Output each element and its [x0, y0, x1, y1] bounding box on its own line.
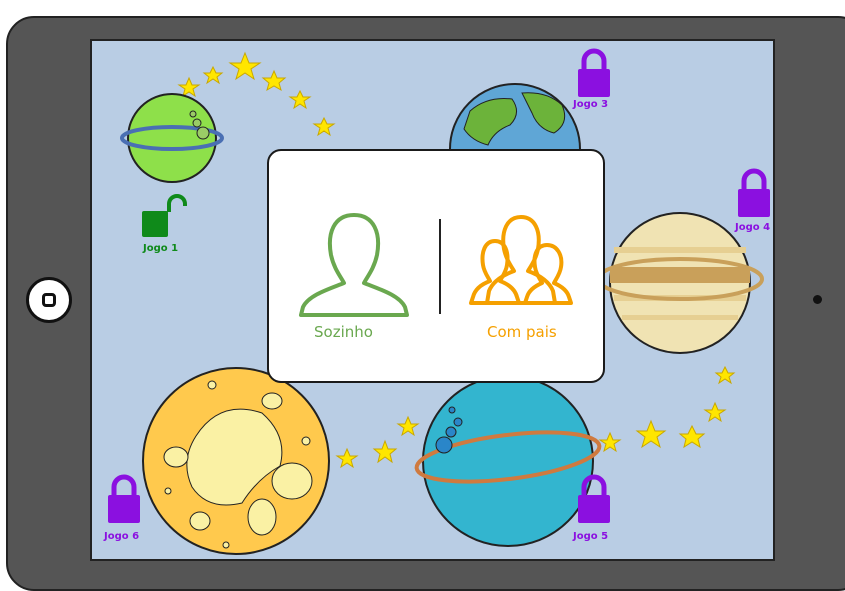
star: [678, 424, 706, 449]
star: [598, 431, 622, 453]
star: [177, 76, 201, 98]
padlock-locked-icon[interactable]: [578, 474, 610, 523]
dialog-divider: [439, 219, 441, 314]
level-label-jogo-4: Jogo 4: [735, 222, 771, 233]
padlock-locked-icon[interactable]: [738, 168, 770, 217]
planet-cratered[interactable]: [142, 367, 330, 555]
level-label-jogo-6: Jogo 6: [104, 531, 140, 542]
star: [714, 365, 736, 385]
level-label-jogo-1: Jogo 1: [143, 243, 179, 254]
solo-option[interactable]: Sozinho: [279, 211, 429, 361]
star: [228, 51, 262, 81]
level-label-jogo-3: Jogo 3: [573, 99, 609, 110]
star: [703, 401, 727, 423]
planet-green[interactable]: [120, 93, 224, 183]
planet-saturn[interactable]: [596, 212, 764, 354]
parents-label: Com pais: [487, 323, 557, 341]
star: [396, 415, 420, 437]
padlock-locked-icon[interactable]: [108, 474, 140, 523]
parents-option[interactable]: Com pais: [454, 211, 594, 361]
star: [261, 69, 287, 92]
solo-label: Sozinho: [314, 323, 373, 341]
single-person-icon: [299, 213, 409, 317]
padlock-unlocked-icon[interactable]: [142, 194, 187, 237]
planet-blue[interactable]: [414, 375, 602, 547]
star: [635, 419, 667, 449]
group-people-icon: [469, 215, 573, 305]
star: [202, 65, 224, 85]
play-mode-dialog: Sozinho Com pais: [267, 149, 605, 383]
game-screen: Jogo 1 Jogo 3 Jogo 4 Jogo 5 Jogo 6 Sozin…: [90, 39, 775, 561]
home-button-icon: [42, 293, 56, 307]
padlock-locked-icon[interactable]: [578, 48, 610, 97]
camera-dot: [813, 295, 822, 304]
level-label-jogo-5: Jogo 5: [573, 531, 609, 542]
star: [335, 447, 359, 469]
star: [312, 116, 336, 137]
home-button[interactable]: [26, 277, 72, 323]
star: [372, 439, 398, 464]
star: [288, 89, 312, 110]
